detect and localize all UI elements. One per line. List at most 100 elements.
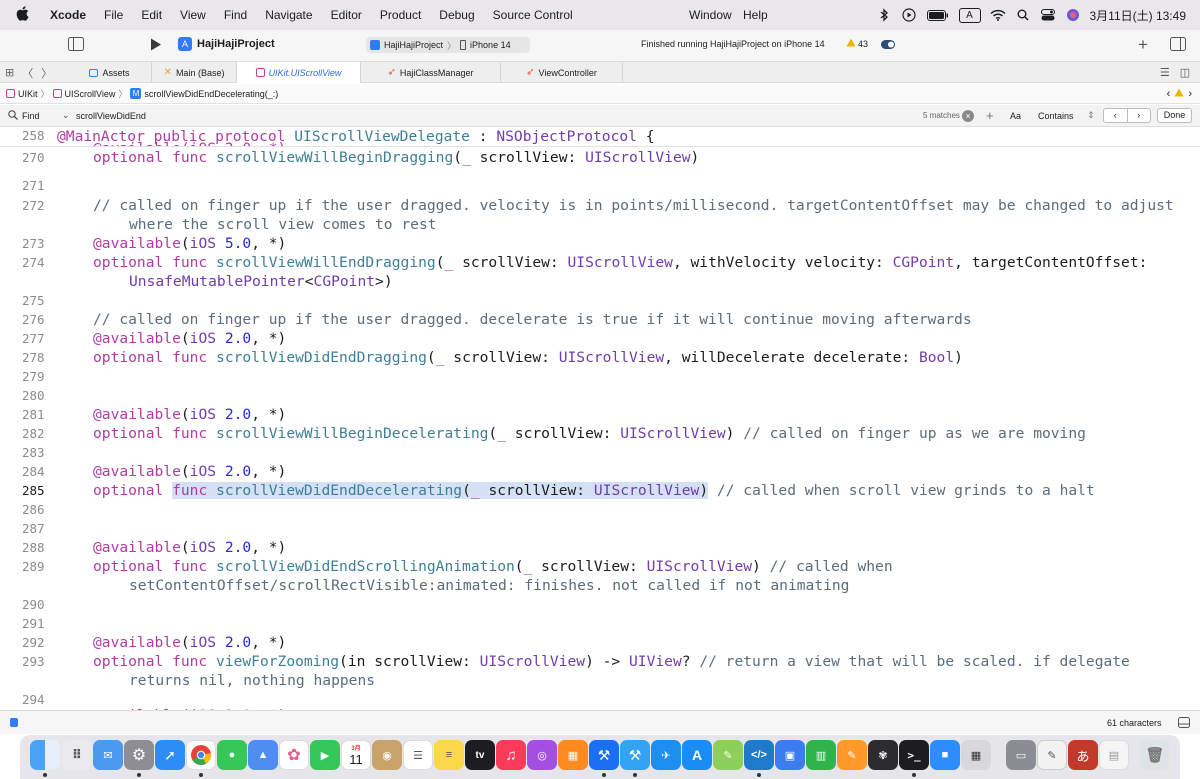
tab-view-controller[interactable]: ➶ ViewController xyxy=(501,62,623,83)
code-line-282[interactable]: optional func scrollViewWillBeginDeceler… xyxy=(93,424,1086,443)
menu-help[interactable]: Help xyxy=(734,8,777,22)
clear-search-icon[interactable]: × xyxy=(962,110,974,122)
messages-icon[interactable]: ● xyxy=(217,740,247,770)
code-line-276[interactable]: // called on finger up if the user dragg… xyxy=(93,310,972,329)
chevron-down-icon[interactable]: ⌄ xyxy=(62,110,70,121)
breadcrumb-uikit[interactable]: UIKit xyxy=(6,89,38,99)
document-icon[interactable]: ✎ xyxy=(1037,740,1067,770)
find-query-input[interactable]: scrollViewDidEnd xyxy=(76,111,146,121)
code-line-288[interactable]: @available(iOS 2.0, *) xyxy=(93,538,286,557)
zoom-icon[interactable]: ■ xyxy=(930,740,960,770)
pages-icon[interactable]: ✎ xyxy=(713,740,743,770)
wifi-icon[interactable] xyxy=(989,7,1006,23)
trash-icon[interactable]: 🗑 xyxy=(1140,740,1170,770)
code-line-281[interactable]: @available(iOS 2.0, *) xyxy=(93,405,286,424)
numbers-icon[interactable]: ▥ xyxy=(806,740,836,770)
safari-icon[interactable]: ➚ xyxy=(155,740,185,770)
menu-file[interactable]: File xyxy=(95,8,132,22)
code-line-289[interactable]: optional func scrollViewDidEndScrollingA… xyxy=(93,557,893,576)
activity-monitor-icon[interactable]: ✾ xyxy=(868,740,898,770)
breadcrumb-method[interactable]: M scrollViewDidEndDecelerating(_:) xyxy=(130,88,278,99)
launchpad-icon[interactable]: ⠿ xyxy=(62,740,92,770)
previous-match-button[interactable]: ‹ xyxy=(1104,109,1128,122)
find-mode-selector[interactable]: Find xyxy=(8,110,40,122)
code-line-274[interactable]: optional func scrollViewWillEndDragging(… xyxy=(93,253,1147,272)
chevron-right-icon[interactable]: › xyxy=(1188,88,1192,100)
issue-toggle-icon[interactable] xyxy=(881,40,895,49)
project-title[interactable]: A HajiHajiProject xyxy=(178,37,275,51)
code-line-284[interactable]: @available(iOS 2.0, *) xyxy=(93,462,286,481)
finder-icon[interactable] xyxy=(30,740,60,770)
apple-menu-icon[interactable] xyxy=(0,6,41,24)
code-line-270[interactable]: optional func scrollViewWillBeginDraggin… xyxy=(93,148,699,167)
photos-icon[interactable]: ✿ xyxy=(279,740,309,770)
app-store-icon[interactable]: A xyxy=(682,740,712,770)
vscode-icon[interactable]: </> xyxy=(744,740,774,770)
music-icon[interactable]: ♫ xyxy=(496,740,526,770)
selected-text[interactable]: func scrollViewDidEndDecelerating(_ scro… xyxy=(172,482,709,499)
breadcrumb-uiscrollview[interactable]: UIScrollView xyxy=(52,89,115,99)
chevron-left-icon[interactable]: ‹ xyxy=(1167,88,1171,100)
menu-debug[interactable]: Debug xyxy=(430,8,483,22)
dictionary-app-icon[interactable]: あ xyxy=(1068,740,1098,770)
reminders-icon[interactable]: ☰ xyxy=(403,740,433,770)
pencil-app-icon[interactable]: ✎ xyxy=(837,740,867,770)
tab-haji-class-manager[interactable]: ➶ HajiClassManager xyxy=(361,62,501,83)
chevron-left-icon[interactable]: 〈 xyxy=(22,65,33,81)
mail-icon[interactable]: ✉ xyxy=(93,740,123,770)
simulator-icon[interactable]: ⚒ xyxy=(620,740,650,770)
inspector-area-icon[interactable] xyxy=(1178,717,1190,730)
run-button[interactable] xyxy=(150,38,162,51)
app-menu-xcode[interactable]: Xcode xyxy=(41,8,95,22)
inspector-toggle-icon[interactable] xyxy=(1170,37,1186,51)
menu-edit[interactable]: Edit xyxy=(132,8,171,22)
split-editor-icon[interactable]: ◫ xyxy=(1180,66,1190,79)
add-library-icon[interactable]: + xyxy=(1138,35,1148,55)
menu-navigate[interactable]: Navigate xyxy=(256,8,321,22)
code-line-272-wrap[interactable]: where the scroll view comes to rest xyxy=(129,215,437,234)
menu-view[interactable]: View xyxy=(171,8,215,22)
tv-app-icon[interactable]: tv xyxy=(465,740,495,770)
bluetooth-icon[interactable] xyxy=(876,7,892,23)
menu-editor[interactable]: Editor xyxy=(322,8,371,22)
terminal-icon[interactable]: >_ xyxy=(899,740,929,770)
battery-icon[interactable] xyxy=(926,7,950,23)
facetime-icon[interactable]: ▶ xyxy=(310,740,340,770)
menu-find[interactable]: Find xyxy=(215,8,256,22)
scheme-selector[interactable]: HajiHajiProject 〉 iPhone 14 xyxy=(366,37,530,53)
code-line-274-wrap[interactable]: UnsafeMutablePointer<CGPoint>) xyxy=(129,272,393,291)
chrome-icon[interactable] xyxy=(186,740,216,770)
downloads-folder-icon[interactable]: ▭ xyxy=(1006,740,1036,770)
system-preferences-icon[interactable]: ⚙ xyxy=(124,740,154,770)
debug-area-toggle-icon[interactable] xyxy=(10,718,18,727)
contacts-icon[interactable]: ◉ xyxy=(372,740,402,770)
siri-icon[interactable] xyxy=(1065,7,1081,23)
next-match-button[interactable]: › xyxy=(1128,109,1151,122)
editor-options-icon[interactable]: ☰ xyxy=(1160,66,1170,79)
code-line-285-current[interactable]: optional func scrollViewDidEndDecelerati… xyxy=(93,481,1095,500)
tab-assets[interactable]: Assets xyxy=(68,62,152,83)
spotlight-search-icon[interactable] xyxy=(1015,7,1031,23)
code-line-272[interactable]: // called on finger up if the user dragg… xyxy=(93,196,1174,215)
code-line-278[interactable]: optional func scrollViewDidEndDragging(_… xyxy=(93,348,963,367)
code-line-273[interactable]: @available(iOS 5.0, *) xyxy=(93,234,286,253)
code-line-289-wrap[interactable]: setContentOffset/scrollRectVisible:anima… xyxy=(129,576,849,595)
warning-icon[interactable] xyxy=(1174,88,1184,100)
xcode-icon[interactable]: ⚒ xyxy=(589,740,619,770)
input-source-indicator[interactable]: A xyxy=(958,7,981,23)
calculator-icon[interactable]: ▦ xyxy=(961,740,991,770)
maps-icon[interactable]: ▲ xyxy=(248,740,278,770)
add-pattern-icon[interactable]: + xyxy=(986,108,994,123)
tab-main-storyboard[interactable]: ✕ Main (Base) xyxy=(152,62,237,83)
code-line-293[interactable]: optional func viewForZooming(in scrollVi… xyxy=(93,652,1130,671)
screenshots-folder-icon[interactable]: ▤ xyxy=(1099,740,1129,770)
play-status-icon[interactable] xyxy=(901,7,917,23)
testflight-icon[interactable]: ✈ xyxy=(651,740,681,770)
keynote-icon[interactable]: ▣ xyxy=(775,740,805,770)
warning-badge[interactable]: 43 xyxy=(846,38,868,49)
source-editor[interactable]: 258 @MainActor public protocol UIScrollV… xyxy=(0,127,1200,710)
menu-window[interactable]: Window xyxy=(680,8,741,22)
books-icon[interactable]: ▦ xyxy=(558,740,588,770)
notes-icon[interactable]: ≡ xyxy=(434,740,464,770)
match-mode-selector[interactable]: Contains xyxy=(1038,111,1074,121)
